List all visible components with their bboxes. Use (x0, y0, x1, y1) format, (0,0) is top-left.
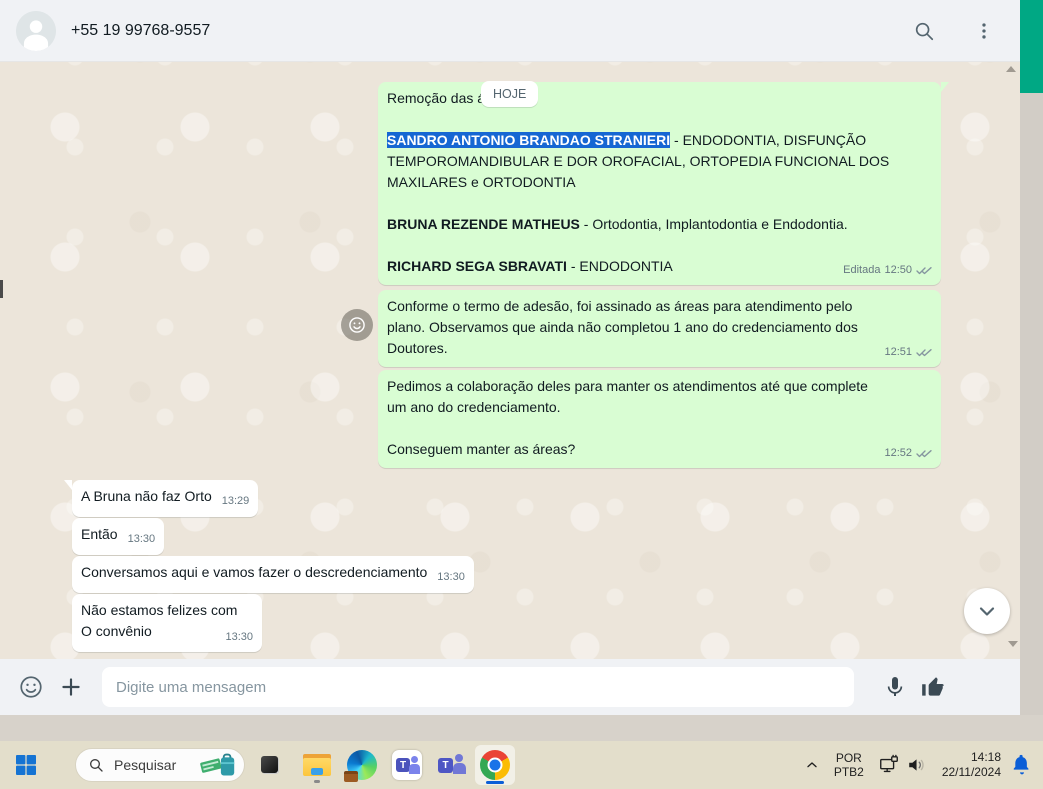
chrome-icon (480, 750, 510, 780)
running-indicator (314, 780, 320, 783)
message-text: Doutores. (387, 340, 448, 356)
chat-title: +55 19 99768-9557 (71, 21, 211, 39)
edited-label: Editada (843, 264, 881, 276)
selected-text: SANDRO ANTONIO BRANDAO STRANIERI (387, 132, 671, 148)
message-text: Conseguem manter as áreas? (387, 441, 576, 457)
message-bubble[interactable]: Conforme o termo de adesão, foi assinado… (378, 290, 941, 367)
message-text: Conversamos aqui e vamos fazer o descred… (81, 564, 465, 583)
teams-classic-button[interactable]: T (432, 745, 472, 785)
message-meta: 13:30 (225, 627, 253, 648)
message-text: SANDRO ANTONIO BRANDAO STRANIERI - ENDOD… (387, 132, 867, 148)
active-indicator (486, 781, 504, 784)
message-meta: 12:51 (884, 342, 932, 363)
kebab-menu-icon[interactable] (972, 19, 996, 43)
double-check-icon (916, 450, 932, 458)
bubble-tail (64, 480, 72, 490)
taskview-icon (255, 750, 285, 780)
edge-button[interactable] (342, 745, 382, 785)
work-briefcase-icon (344, 771, 358, 782)
language-indicator[interactable]: POR PTB2 (834, 751, 864, 779)
message-time: 13:30 (225, 631, 253, 643)
mic-icon[interactable] (880, 672, 910, 702)
right-green-strip (1020, 0, 1043, 93)
whatsapp-window: +55 19 99768-9557 Remoção das á SANDRO A… (0, 0, 1020, 715)
bell-icon[interactable] (1009, 754, 1035, 776)
thumbs-up-icon[interactable] (918, 672, 948, 702)
message-time: 13:30 (437, 571, 465, 583)
speaker-icon[interactable] (906, 754, 928, 776)
search-icon (90, 759, 103, 772)
taskbar-search[interactable]: Pesquisar (75, 748, 245, 782)
taskbar: Pesquisar T T POR PTB2 14:18 22/11/2024 (0, 741, 1043, 789)
search-icon[interactable] (912, 19, 936, 43)
message-text: TEMPOROMANDIBULAR E DOR OROFACIAL, ORTOP… (387, 153, 890, 169)
message-time: 12:51 (884, 346, 912, 358)
cast-network-icon[interactable] (878, 754, 900, 776)
search-label: Pesquisar (114, 757, 177, 773)
file-explorer-button[interactable] (297, 745, 337, 785)
message-text: Conforme o termo de adesão, foi assinado… (387, 298, 853, 314)
teams-icon: T (392, 750, 422, 780)
desktop-strip (0, 715, 1043, 741)
right-gray-strip[interactable] (1020, 93, 1043, 741)
screen: +55 19 99768-9557 Remoção das á SANDRO A… (0, 0, 1043, 789)
taskbar-clock[interactable]: 14:18 22/11/2024 (942, 750, 1001, 780)
message-text: Remoção das á (387, 90, 486, 106)
message-bubble[interactable]: Remoção das á SANDRO ANTONIO BRANDAO STR… (378, 82, 949, 285)
tray-chevron-up-icon[interactable] (800, 757, 824, 773)
message-input[interactable] (102, 667, 854, 707)
message-time: 12:50 (884, 264, 912, 276)
message-meta: 12:52 (884, 443, 932, 464)
bubble-tail (941, 82, 949, 92)
teams-button[interactable]: T (387, 745, 427, 785)
teams-classic-icon: T (437, 750, 467, 780)
message-text: Então 13:30 (81, 526, 156, 545)
message-text: um ano do credenciamento. (387, 399, 561, 415)
start-button[interactable] (6, 745, 46, 785)
scrollbar-down-arrow-icon[interactable] (1008, 641, 1018, 647)
message-text: MAXILARES e ORTODONTIA (387, 174, 576, 190)
chevron-down-icon (979, 607, 995, 616)
message-bubble[interactable]: Não estamos felizes com O convênio 13:30 (72, 594, 262, 652)
task-view-button[interactable] (250, 745, 290, 785)
scroll-to-bottom-button[interactable] (964, 588, 1010, 634)
date-badge: HOJE (481, 81, 539, 107)
double-check-icon (916, 267, 932, 275)
plus-icon[interactable] (56, 672, 86, 702)
edge-icon (344, 750, 377, 782)
message-bubble[interactable]: A Bruna não faz Orto 13:29 (64, 480, 259, 517)
message-bubble[interactable]: Conversamos aqui e vamos fazer o descred… (72, 556, 474, 593)
chrome-button[interactable] (475, 745, 515, 785)
message-bubble[interactable]: Pedimos a colaboração deles para manter … (378, 370, 941, 468)
windows-start-icon (16, 755, 36, 775)
message-time: 13:29 (221, 495, 250, 507)
message-time: 12:52 (884, 447, 912, 459)
message-text: plano. Observamos que ainda não completo… (387, 319, 858, 335)
composer-bar (0, 659, 1020, 715)
message-time: 13:30 (127, 533, 156, 545)
system-tray: POR PTB2 14:18 22/11/2024 (800, 741, 1043, 789)
react-button[interactable] (341, 309, 373, 341)
avatar[interactable] (16, 10, 56, 51)
emoji-icon[interactable] (16, 672, 46, 702)
double-check-icon (916, 349, 932, 357)
chat-header: +55 19 99768-9557 (0, 0, 1020, 62)
message-text: BRUNA REZENDE MATHEUS - Ortodontia, Impl… (387, 216, 848, 232)
message-text: Pedimos a colaboração deles para manter … (387, 378, 868, 394)
message-meta: Editada 12:50 (843, 260, 932, 281)
search-daily-image (200, 753, 235, 776)
explorer-icon (302, 752, 332, 778)
scrollbar-up-arrow-icon[interactable] (1006, 66, 1016, 72)
message-text: A Bruna não faz Orto 13:29 (81, 488, 250, 507)
clock-date: 22/11/2024 (941, 765, 1001, 779)
left-edge-artifact (0, 280, 3, 298)
clock-time: 14:18 (970, 750, 1001, 764)
chat-area: Remoção das á SANDRO ANTONIO BRANDAO STR… (0, 62, 1020, 659)
message-bubble[interactable]: Então 13:30 (72, 518, 165, 555)
message-text: Não estamos felizes com (81, 602, 238, 618)
